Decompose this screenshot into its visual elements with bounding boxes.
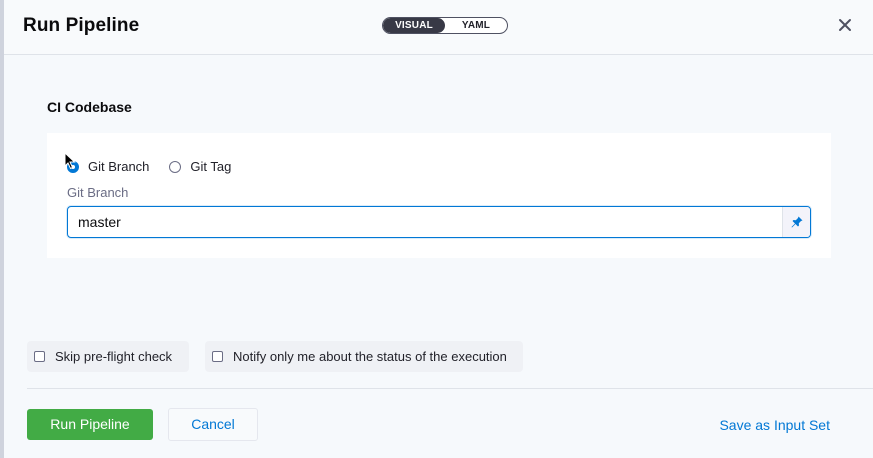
ci-codebase-heading: CI Codebase — [47, 99, 132, 115]
toggle-yaml[interactable]: YAML — [445, 18, 507, 33]
notify-only-me-option[interactable]: Notify only me about the status of the e… — [205, 341, 523, 372]
cancel-button[interactable]: Cancel — [168, 408, 258, 441]
git-branch-input[interactable]: master — [67, 206, 811, 238]
build-type-radio-group: Git Branch Git Tag — [67, 159, 231, 174]
git-branch-input-value[interactable]: master — [78, 214, 121, 230]
dialog-header: Run Pipeline VISUAL YAML — [4, 0, 873, 55]
dialog-title: Run Pipeline — [23, 15, 140, 36]
skip-preflight-label[interactable]: Skip pre-flight check — [55, 349, 172, 364]
radio-git-branch-label[interactable]: Git Branch — [88, 159, 149, 174]
save-as-input-set-link[interactable]: Save as Input Set — [719, 417, 830, 433]
codebase-card: Git Branch Git Tag Git Branch master — [47, 133, 831, 258]
footer-divider — [27, 388, 873, 389]
mouse-cursor-icon — [64, 151, 76, 170]
git-branch-field-label: Git Branch — [67, 185, 129, 200]
run-pipeline-dialog: Run Pipeline VISUAL YAML CI Codebase Git… — [4, 0, 873, 458]
pin-icon — [791, 216, 802, 228]
run-pipeline-button[interactable]: Run Pipeline — [27, 409, 153, 440]
toggle-visual[interactable]: VISUAL — [383, 18, 445, 33]
radio-git-tag-label[interactable]: Git Tag — [190, 159, 231, 174]
pin-button[interactable] — [782, 207, 810, 237]
notify-only-me-label[interactable]: Notify only me about the status of the e… — [233, 349, 507, 364]
close-icon[interactable] — [837, 17, 853, 33]
skip-preflight-checkbox[interactable] — [34, 351, 45, 362]
skip-preflight-option[interactable]: Skip pre-flight check — [27, 341, 189, 372]
radio-git-tag[interactable] — [169, 160, 182, 173]
notify-only-me-checkbox[interactable] — [212, 351, 223, 362]
view-toggle[interactable]: VISUAL YAML — [382, 17, 508, 34]
